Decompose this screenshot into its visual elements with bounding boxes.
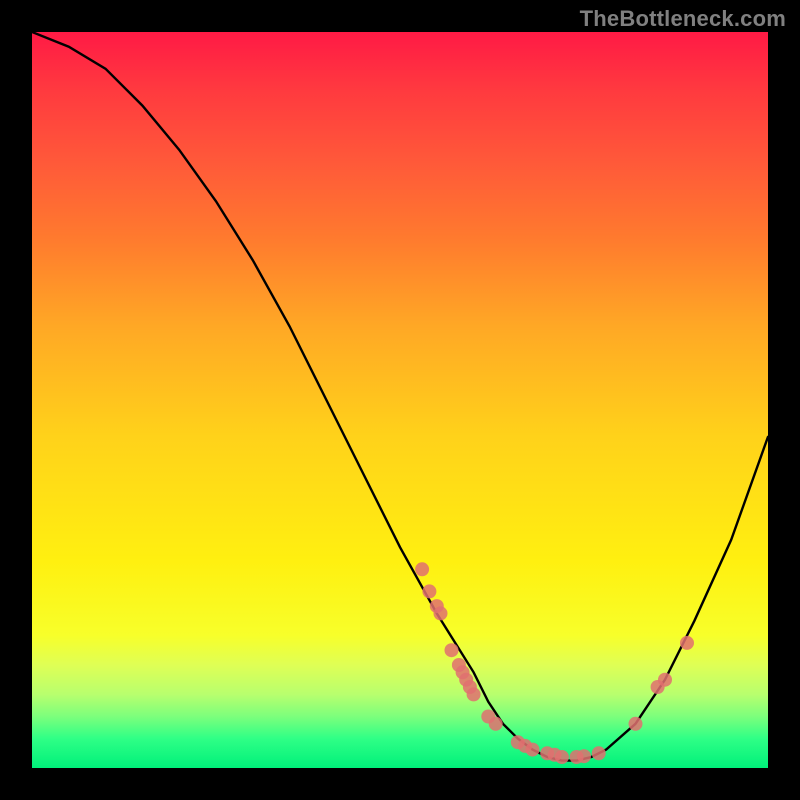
data-point (592, 746, 606, 760)
data-point (467, 687, 481, 701)
data-point (415, 562, 429, 576)
data-point (434, 606, 448, 620)
bottleneck-curve (32, 32, 768, 761)
data-point (422, 584, 436, 598)
curve-layer (32, 32, 768, 768)
attribution-label: TheBottleneck.com (580, 6, 786, 32)
data-point (526, 743, 540, 757)
data-points (415, 562, 694, 764)
plot-area (32, 32, 768, 768)
data-point (680, 636, 694, 650)
data-point (658, 673, 672, 687)
data-point (555, 750, 569, 764)
data-point (629, 717, 643, 731)
data-point (489, 717, 503, 731)
data-point (445, 643, 459, 657)
data-point (577, 749, 591, 763)
chart-container: TheBottleneck.com (0, 0, 800, 800)
